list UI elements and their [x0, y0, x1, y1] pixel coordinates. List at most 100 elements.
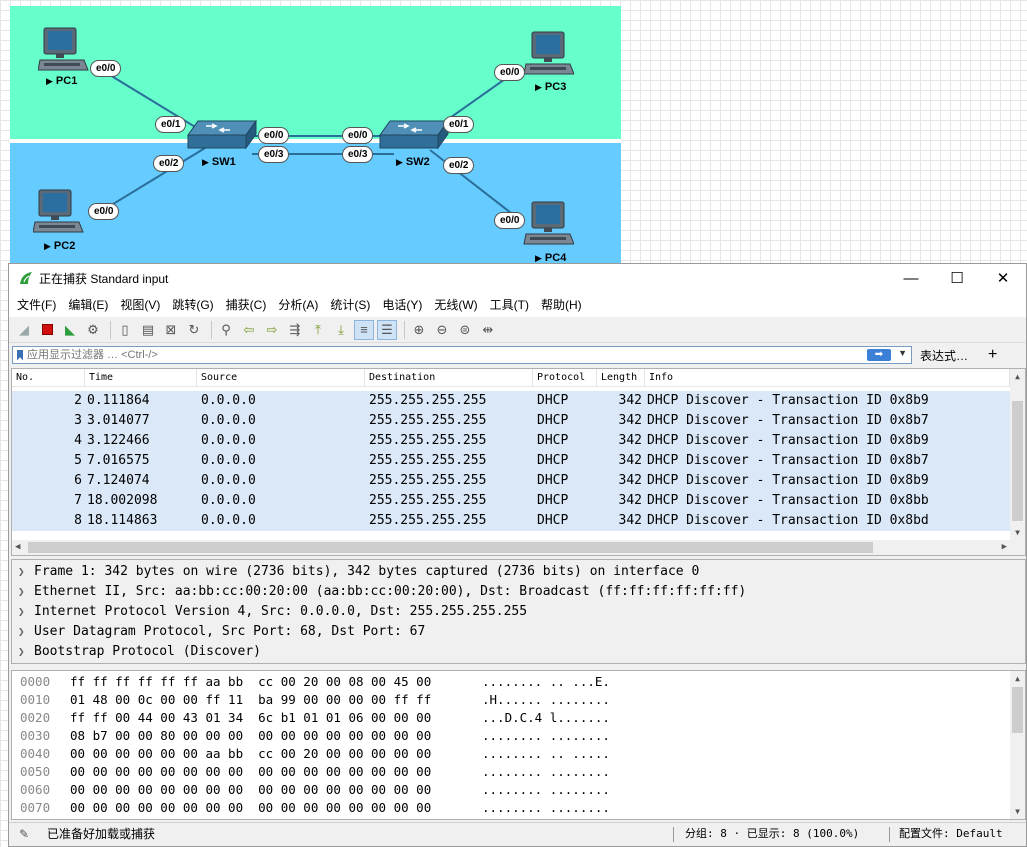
menu-telephony[interactable]: 电话(Y) [376, 296, 428, 313]
pc4-device[interactable] [522, 200, 574, 248]
pc2-device[interactable] [33, 188, 85, 236]
col-header-protocol[interactable]: Protocol [533, 369, 597, 386]
apply-filter-arrow-icon[interactable]: ➡ [867, 349, 891, 361]
go-to-packet-icon[interactable]: ⇶ [285, 320, 305, 340]
save-file-icon[interactable]: ▤ [138, 320, 158, 340]
shark-fin-icon[interactable]: ◢ [14, 320, 34, 340]
menu-analyze[interactable]: 分析(A) [272, 296, 324, 313]
go-first-icon[interactable]: ⤒ [308, 320, 328, 340]
bytes-vertical-scrollbar[interactable]: ▲ ▼ [1010, 671, 1025, 819]
hex-bytes[interactable]: 00 00 00 00 00 00 aa bb cc 00 20 00 00 0… [70, 745, 482, 763]
packet-row[interactable]: 3 3.014077 0.0.0.0 255.255.255.255 DHCP … [12, 411, 1010, 431]
bookmark-icon[interactable] [17, 349, 23, 361]
add-filter-button[interactable]: + [988, 346, 997, 364]
menu-help[interactable]: 帮助(H) [535, 296, 588, 313]
hex-bytes[interactable]: ff ff ff ff ff ff aa bb cc 00 20 00 08 0… [70, 673, 482, 691]
sw2-device[interactable] [378, 118, 450, 154]
hex-ascii[interactable]: ........ ........ [482, 799, 682, 817]
packet-row[interactable]: 8 18.114863 0.0.0.0 255.255.255.255 DHCP… [12, 511, 1010, 531]
detail-ipv4[interactable]: ❯ Internet Protocol Version 4, Src: 0.0.0… [12, 602, 1025, 622]
display-filter-input[interactable] [27, 347, 867, 363]
open-file-icon[interactable]: ▯ [115, 320, 135, 340]
hex-bytes[interactable]: 00 00 00 00 00 00 00 00 00 00 00 00 00 0… [70, 799, 482, 817]
hex-ascii[interactable]: ........ ........ [482, 763, 682, 781]
colorize-icon[interactable]: ☰ [377, 319, 397, 340]
packet-list-horizontal-scrollbar[interactable]: ◀ ▶ [12, 540, 1010, 555]
menu-view[interactable]: 视图(V) [114, 296, 166, 313]
col-header-info[interactable]: Info [645, 369, 1010, 386]
menu-go[interactable]: 跳转(G) [166, 296, 219, 313]
close-file-icon[interactable]: ⊠ [161, 320, 181, 340]
hex-bytes[interactable]: 01 48 00 0c 00 00 ff 11 ba 99 00 00 00 0… [70, 691, 482, 709]
hex-bytes[interactable]: ff ff 00 44 00 43 01 34 6c b1 01 01 06 0… [70, 709, 482, 727]
go-back-icon[interactable]: ⇦ [239, 320, 259, 340]
filter-history-dropdown-icon[interactable]: ▼ [898, 348, 907, 358]
minimize-button[interactable]: — [888, 264, 934, 292]
packet-row[interactable]: 6 7.124074 0.0.0.0 255.255.255.255 DHCP … [12, 471, 1010, 491]
expand-chevron-icon[interactable]: ❯ [18, 562, 34, 582]
hex-ascii[interactable]: ...D.C.4 l....... [482, 709, 682, 727]
expand-chevron-icon[interactable]: ❯ [18, 622, 34, 642]
expert-info-icon[interactable]: ✎ [19, 823, 29, 845]
reload-file-icon[interactable]: ↻ [184, 320, 204, 340]
find-packet-icon[interactable]: ⚲ [216, 320, 236, 340]
scroll-left-icon[interactable]: ◀ [15, 540, 20, 555]
hex-ascii[interactable]: ........ .. ...E. [482, 673, 682, 691]
expand-chevron-icon[interactable]: ❯ [18, 582, 34, 602]
menu-tools[interactable]: 工具(T) [484, 296, 535, 313]
hex-bytes[interactable]: 08 b7 00 00 80 00 00 00 00 00 00 00 00 0… [70, 727, 482, 745]
zoom-normal-icon[interactable]: ⊜ [455, 320, 475, 340]
detail-bootp[interactable]: ❯ Bootstrap Protocol (Discover) [12, 642, 1025, 662]
col-header-destination[interactable]: Destination [365, 369, 533, 386]
expand-chevron-icon[interactable]: ❯ [18, 602, 34, 622]
scroll-up-icon[interactable]: ▲ [1010, 369, 1025, 384]
scroll-up-icon[interactable]: ▲ [1010, 671, 1025, 686]
detail-frame[interactable]: ❯ Frame 1: 342 bytes on wire (2736 bits),… [12, 562, 1025, 582]
go-forward-icon[interactable]: ⇨ [262, 320, 282, 340]
menu-wireless[interactable]: 无线(W) [428, 296, 483, 313]
col-header-no[interactable]: No. [12, 369, 85, 386]
col-header-length[interactable]: Length [597, 369, 645, 386]
menu-statistics[interactable]: 统计(S) [324, 296, 376, 313]
sw1-device[interactable] [186, 118, 258, 154]
packet-row[interactable]: 4 3.122466 0.0.0.0 255.255.255.255 DHCP … [12, 431, 1010, 451]
hex-ascii[interactable]: .H...... ........ [482, 691, 682, 709]
menu-file[interactable]: 文件(F) [11, 296, 62, 313]
pc3-device[interactable] [522, 30, 574, 78]
go-last-icon[interactable]: ⤓ [331, 320, 351, 340]
scroll-down-icon[interactable]: ▼ [1010, 804, 1025, 819]
expand-chevron-icon[interactable]: ❯ [18, 642, 34, 662]
menu-capture[interactable]: 捕获(C) [220, 296, 273, 313]
restart-capture-icon[interactable]: ◣ [60, 320, 80, 340]
packet-row[interactable]: 5 7.016575 0.0.0.0 255.255.255.255 DHCP … [12, 451, 1010, 471]
close-button[interactable]: ✕ [980, 264, 1026, 292]
detail-udp[interactable]: ❯ User Datagram Protocol, Src Port: 68, D… [12, 622, 1025, 642]
scrollbar-thumb[interactable] [28, 542, 873, 553]
stop-capture-icon[interactable] [37, 320, 57, 340]
zoom-in-icon[interactable]: ⊕ [409, 320, 429, 340]
packet-row[interactable]: 2 0.111864 0.0.0.0 255.255.255.255 DHCP … [12, 391, 1010, 411]
scroll-down-icon[interactable]: ▼ [1010, 525, 1025, 540]
hex-bytes[interactable]: 00 00 00 00 00 00 00 00 00 00 00 00 00 0… [70, 781, 482, 799]
col-header-source[interactable]: Source [197, 369, 365, 386]
status-profile[interactable]: 配置文件: Default [899, 823, 1003, 845]
hex-bytes[interactable]: 00 00 00 00 00 00 00 00 00 00 00 00 00 0… [70, 763, 482, 781]
autoscroll-icon[interactable]: ≡ [354, 319, 374, 340]
packet-list-vertical-scrollbar[interactable]: ▲ ▼ [1010, 369, 1025, 555]
scroll-right-icon[interactable]: ▶ [1002, 540, 1007, 555]
hex-ascii[interactable]: ........ ........ [482, 781, 682, 799]
detail-ethernet[interactable]: ❯ Ethernet II, Src: aa:bb:cc:00:20:00 (aa… [12, 582, 1025, 602]
pc1-device[interactable] [38, 26, 90, 74]
maximize-button[interactable]: ☐ [934, 264, 980, 292]
col-header-time[interactable]: Time [85, 369, 197, 386]
hex-ascii[interactable]: ........ .. ..... [482, 745, 682, 763]
title-bar[interactable]: 正在捕获 Standard input — ☐ ✕ [9, 264, 1026, 292]
scrollbar-thumb[interactable] [1012, 401, 1023, 521]
packet-row[interactable]: 7 18.002098 0.0.0.0 255.255.255.255 DHCP… [12, 491, 1010, 511]
zoom-out-icon[interactable]: ⊖ [432, 320, 452, 340]
expression-button[interactable]: 表达式… [920, 347, 968, 364]
scrollbar-thumb[interactable] [1012, 687, 1023, 733]
resize-columns-icon[interactable]: ⇹ [478, 320, 498, 340]
menu-edit[interactable]: 编辑(E) [62, 296, 114, 313]
capture-options-icon[interactable]: ⚙ [83, 320, 103, 340]
